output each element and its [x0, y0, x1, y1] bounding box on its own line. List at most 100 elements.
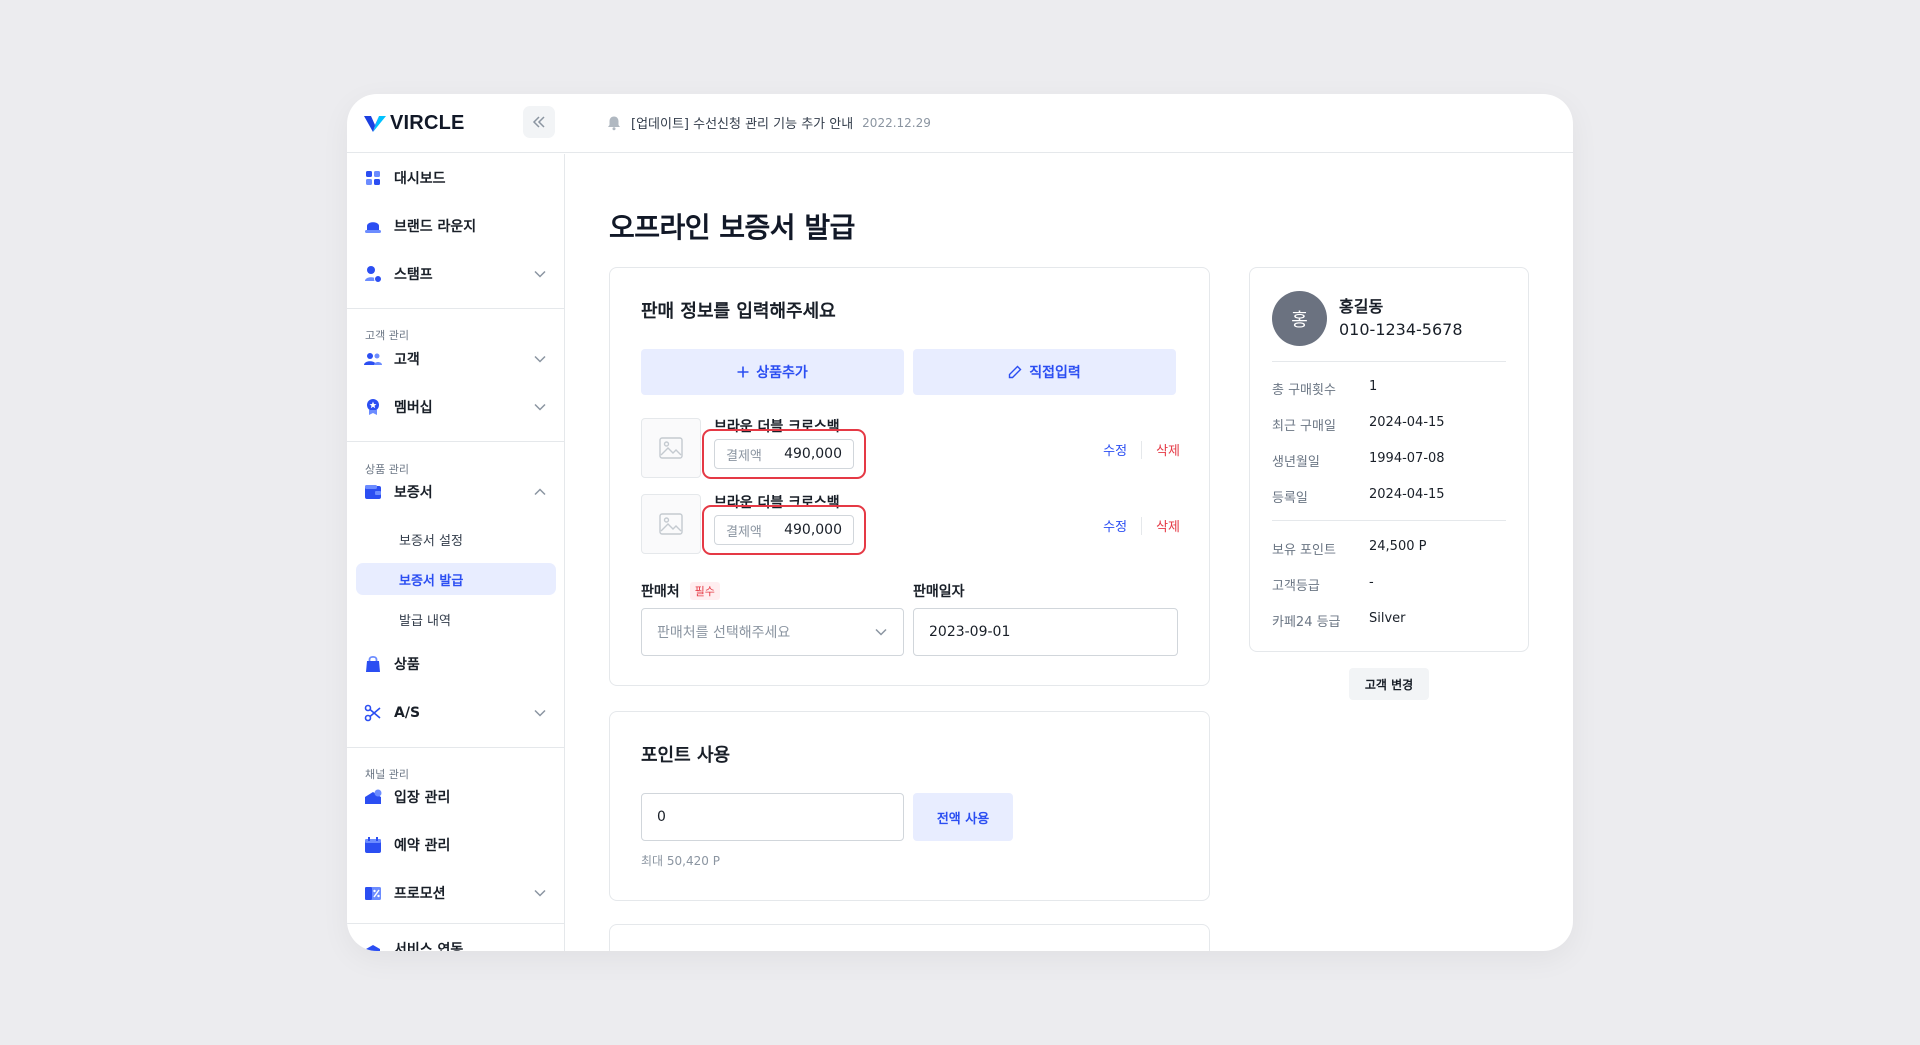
sidebar-item-label: 서비스 연동	[394, 942, 464, 951]
sidebar-item-as[interactable]: A/S	[364, 698, 550, 728]
top-bar: VIRCLE [업데이트] 수선신청 관리 기능 추가 안내 2022.12.2…	[347, 94, 1573, 153]
sales-info-card: 판매 정보를 입력해주세요 상품추가 직접입력 브라운 더블 크로스백 결제액 …	[609, 267, 1210, 686]
stamp-icon	[364, 265, 382, 283]
double-chevron-left-icon	[532, 116, 545, 128]
lounge-icon	[364, 217, 382, 235]
chevron-down-icon	[534, 355, 546, 363]
separator	[1141, 440, 1143, 459]
notice-date: 2022.12.29	[862, 115, 931, 130]
sidebar: 대시보드 브랜드 라운지 스탬프 고객 관리 고객 멤버십 상품 관리 보증서 …	[347, 154, 565, 951]
point-card-title: 포인트 사용	[641, 745, 731, 766]
sidebar-item-customer[interactable]: 고객	[364, 344, 550, 374]
change-customer-button[interactable]: 고객 변경	[1349, 668, 1429, 700]
panel-divider	[1272, 361, 1506, 362]
max-points-text: 최대 50,420 P	[641, 854, 720, 868]
chevron-down-icon	[534, 403, 546, 411]
sidebar-divider	[347, 923, 564, 924]
info-key: 카페24 등급	[1272, 615, 1341, 630]
info-row: 생년월일 1994-07-08	[1272, 451, 1445, 470]
product-thumbnail	[641, 418, 701, 478]
direct-input-label: 직접입력	[1029, 365, 1081, 381]
sidebar-subitem-warranty-settings[interactable]: 보증서 설정	[356, 523, 556, 555]
chevron-down-icon	[534, 889, 546, 897]
info-value: 2024-04-15	[1369, 415, 1445, 430]
dashboard-icon	[364, 169, 382, 187]
sidebar-item-label: 브랜드 라운지	[394, 219, 477, 235]
section-label-customer: 고객 관리	[365, 329, 409, 342]
bag-icon	[364, 655, 382, 673]
info-key: 총 구매횟수	[1272, 383, 1336, 398]
sidebar-subitem-warranty-issue[interactable]: 보증서 발급	[356, 563, 556, 595]
info-key: 생년월일	[1272, 455, 1320, 470]
sidebar-item-label: 고객	[394, 352, 420, 368]
brand-name: VIRCLE	[390, 112, 465, 134]
add-product-label: 상품추가	[756, 365, 808, 381]
page-title: 오프라인 보증서 발급	[609, 211, 855, 244]
sidebar-item-brand-lounge[interactable]: 브랜드 라운지	[364, 211, 550, 241]
seller-label-text: 판매처	[641, 584, 680, 600]
sidebar-item-product[interactable]: 상품	[364, 649, 550, 679]
update-notice[interactable]: [업데이트] 수선신청 관리 기능 추가 안내 2022.12.29	[606, 113, 931, 132]
sidebar-item-label: 상품	[394, 657, 420, 673]
delete-link[interactable]: 삭제	[1156, 516, 1180, 535]
section-label-channel: 채널 관리	[365, 768, 409, 781]
sidebar-item-dashboard[interactable]: 대시보드	[364, 163, 550, 193]
customer-panel: 홍 홍길동 010-1234-5678 총 구매횟수 1 최근 구매일 2024…	[1249, 267, 1529, 652]
sidebar-item-membership[interactable]: 멤버십	[364, 392, 550, 422]
bell-icon	[608, 116, 620, 130]
info-value: 2024-04-15	[1369, 487, 1445, 502]
info-row: 고객등급 -	[1272, 575, 1374, 594]
edit-link[interactable]: 수정	[1103, 440, 1127, 459]
sidebar-item-service[interactable]: 서비스 연동	[364, 934, 550, 951]
sidebar-item-label: 입장 관리	[394, 790, 451, 806]
direct-input-button[interactable]: 직접입력	[913, 349, 1176, 395]
info-row: 카페24 등급 Silver	[1272, 611, 1406, 630]
sale-date-input[interactable]: 2023-09-01	[913, 608, 1178, 656]
sidebar-item-warranty[interactable]: 보증서	[364, 477, 550, 507]
image-placeholder-icon	[659, 437, 683, 459]
customer-icon	[364, 350, 382, 368]
info-row: 등록일 2024-04-15	[1272, 487, 1445, 506]
edit-link[interactable]: 수정	[1103, 516, 1127, 535]
promotion-icon	[364, 884, 382, 902]
sidebar-subitem-issue-history[interactable]: 발급 내역	[356, 603, 556, 635]
entry-icon	[364, 788, 382, 806]
avatar: 홍	[1272, 291, 1327, 346]
membership-icon	[364, 398, 382, 416]
sidebar-item-reservation[interactable]: 예약 관리	[364, 830, 550, 860]
scissors-icon	[364, 704, 382, 722]
sales-card-title: 판매 정보를 입력해주세요	[641, 301, 836, 322]
info-key: 등록일	[1272, 491, 1308, 506]
collapse-sidebar-button[interactable]	[523, 106, 555, 138]
next-card	[609, 924, 1210, 951]
vircle-logo-icon	[364, 115, 386, 132]
required-badge: 필수	[689, 582, 720, 600]
sidebar-item-entry[interactable]: 입장 관리	[364, 782, 550, 812]
sale-date-label-text: 판매일자	[913, 584, 965, 600]
sidebar-item-label: A/S	[394, 705, 421, 721]
customer-name: 홍길동	[1339, 297, 1384, 316]
sale-date-label: 판매일자	[913, 581, 965, 601]
sidebar-item-promotion[interactable]: 프로모션	[364, 878, 550, 908]
row-actions: 수정 삭제	[1103, 440, 1180, 459]
highlight-box	[702, 429, 866, 479]
section-label-product: 상품 관리	[365, 463, 409, 476]
sidebar-item-label: 대시보드	[394, 171, 446, 187]
sidebar-item-label: 예약 관리	[394, 838, 451, 854]
product-row: 브라운 더블 크로스백 결제액 490,000 수정 삭제	[641, 418, 1180, 479]
add-product-button[interactable]: 상품추가	[641, 349, 904, 395]
sidebar-item-stamp[interactable]: 스탬프	[364, 259, 550, 289]
separator	[1141, 516, 1143, 535]
use-all-label: 전액 사용	[936, 811, 990, 827]
highlight-box	[702, 505, 866, 555]
use-all-points-button[interactable]: 전액 사용	[913, 793, 1013, 841]
point-card: 포인트 사용 0 전액 사용 최대 50,420 P	[609, 711, 1210, 901]
customer-phone: 010-1234-5678	[1339, 320, 1463, 339]
seller-select[interactable]: 판매처를 선택해주세요	[641, 608, 904, 656]
info-row: 총 구매횟수 1	[1272, 379, 1377, 398]
vircle-logo[interactable]: VIRCLE	[364, 112, 465, 135]
sidebar-item-label: 보증서	[394, 485, 433, 501]
sidebar-divider	[347, 747, 564, 748]
point-input[interactable]: 0	[641, 793, 904, 841]
delete-link[interactable]: 삭제	[1156, 440, 1180, 459]
